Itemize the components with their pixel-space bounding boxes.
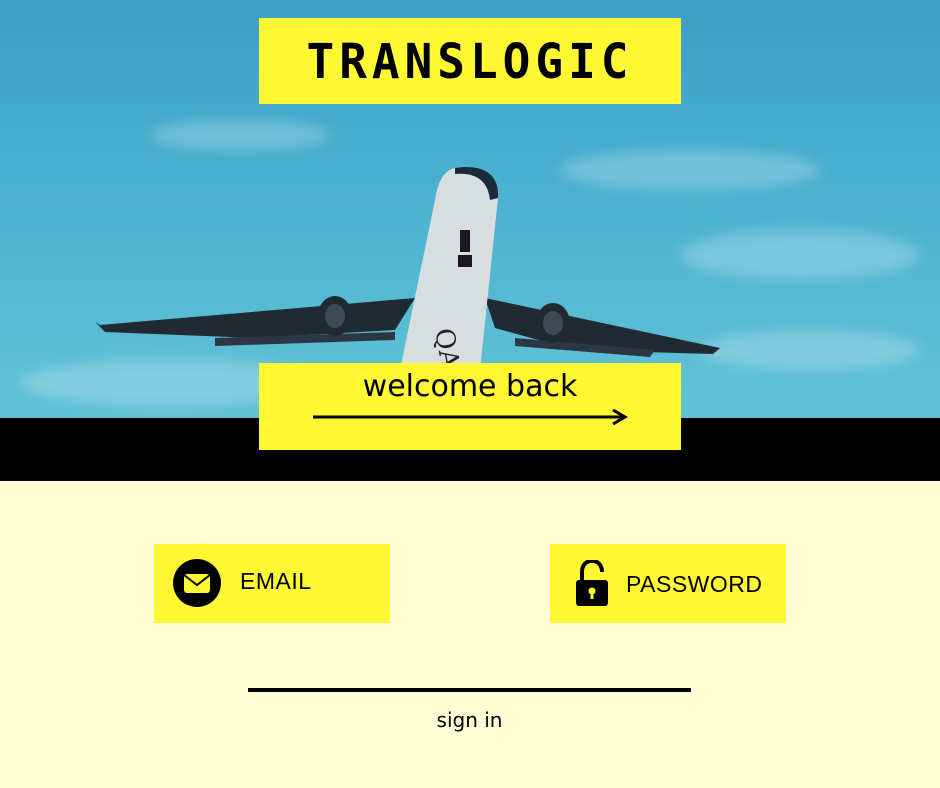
signin-divider [248, 688, 691, 692]
brand-name: TRANSLOGIC [306, 32, 634, 90]
brand-logo: TRANSLOGIC [259, 18, 681, 104]
password-field[interactable]: PASSWORD [550, 544, 786, 623]
welcome-back-button[interactable]: welcome back [259, 363, 681, 450]
email-field[interactable]: EMAIL [154, 544, 390, 623]
password-label: PASSWORD [626, 571, 763, 597]
envelope-icon [173, 559, 221, 607]
login-page: QAT TRANSLOGIC welcome back EMAIL PASSWO… [0, 0, 940, 788]
lock-icon [576, 560, 608, 606]
email-label: EMAIL [240, 568, 312, 594]
form-area-background [0, 481, 940, 788]
airplane-image: QAT [95, 167, 720, 370]
welcome-label: welcome back [362, 369, 578, 404]
sign-in-button[interactable]: sign in [248, 708, 691, 732]
arrow-right-icon [313, 409, 628, 425]
